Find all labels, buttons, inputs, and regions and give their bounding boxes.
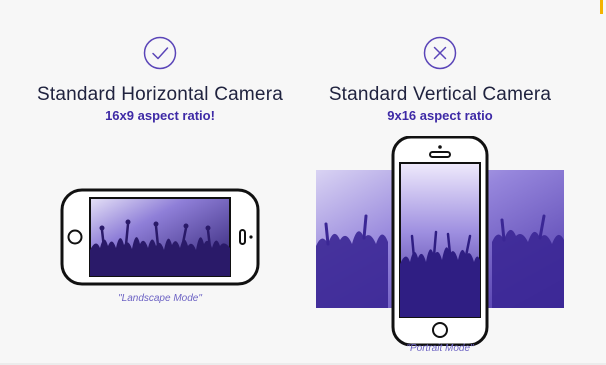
right-title: Standard Vertical Camera — [328, 84, 552, 105]
portrait-phone-illustration — [316, 136, 564, 346]
x-circle-icon — [423, 36, 457, 70]
checkmark-circle-icon — [143, 36, 177, 70]
left-subtitle: 16x9 aspect ratio! — [105, 108, 215, 123]
landscape-phone-illustration — [60, 188, 260, 286]
corner-accent — [600, 0, 603, 14]
right-caption: "Portrait Mode" — [406, 343, 474, 354]
right-subtitle: 9x16 aspect ratio — [387, 108, 493, 123]
left-title: Standard Horizontal Camera — [37, 84, 283, 105]
left-caption: "Landscape Mode" — [118, 293, 202, 304]
